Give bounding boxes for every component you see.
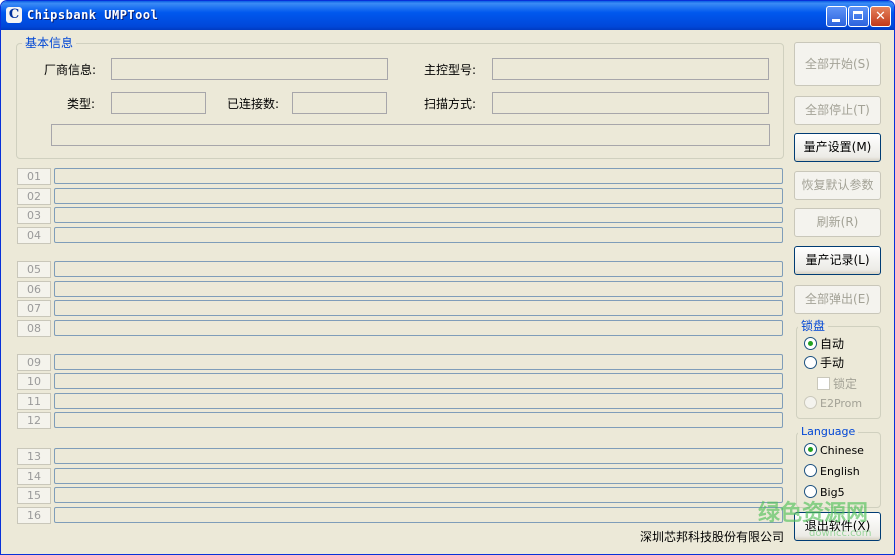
language-big5-radio[interactable]: Big5 [804, 485, 845, 501]
port-progress-bar[interactable] [54, 507, 783, 523]
port-number: 15 [17, 487, 51, 504]
port-progress-bar[interactable] [54, 468, 783, 484]
site-watermark: 绿色资源网 [758, 501, 869, 526]
radio-unchecked-icon [804, 485, 817, 498]
port-number: 11 [17, 393, 51, 410]
mp-log-button[interactable]: 量产记录(L) [794, 246, 881, 275]
controller-field[interactable] [492, 58, 769, 80]
e2prom-label: E2Prom [820, 397, 863, 410]
lock-manual-label: 手动 [820, 356, 845, 370]
port-progress-bar[interactable] [54, 320, 783, 336]
lock-disk-legend: 锁盘 [798, 318, 829, 334]
title-bar[interactable]: C Chipsbank UMPTool ✕ [1, 1, 894, 30]
port-progress-bar[interactable] [54, 188, 783, 204]
lock-checkbox[interactable]: 锁定 [817, 376, 857, 392]
basic-info-legend: 基本信息 [22, 35, 77, 51]
lock-manual-radio[interactable]: 手动 [804, 355, 844, 371]
radio-checked-icon [804, 337, 817, 350]
window-title: Chipsbank UMPTool [27, 8, 159, 22]
port-progress-bar[interactable] [54, 487, 783, 503]
maximize-icon [853, 11, 863, 20]
port-number: 08 [17, 320, 51, 337]
port-number: 16 [17, 507, 51, 524]
port-number: 13 [17, 448, 51, 465]
close-icon: ✕ [875, 9, 886, 24]
radio-unchecked-icon [804, 464, 817, 477]
restore-defaults-button[interactable]: 恢复默认参数 [794, 171, 881, 200]
close-button[interactable]: ✕ [870, 6, 891, 27]
stop-all-button[interactable]: 全部停止(T) [794, 96, 881, 125]
port-number: 05 [17, 261, 51, 278]
company-name: 深圳芯邦科技股份有限公司 [640, 530, 785, 544]
language-chinese-label: Chinese [820, 444, 864, 457]
eject-all-button[interactable]: 全部弹出(E) [794, 285, 881, 314]
language-legend: Language [798, 424, 859, 440]
type-field[interactable] [111, 92, 206, 114]
language-english-label: English [820, 465, 860, 478]
language-chinese-radio[interactable]: Chinese [804, 443, 864, 459]
port-progress-bar[interactable] [54, 281, 783, 297]
port-progress-bar[interactable] [54, 168, 783, 184]
checkbox-icon [817, 377, 830, 390]
minimize-button[interactable] [826, 6, 847, 27]
maximize-button[interactable] [848, 6, 869, 27]
site-watermark-url: downcc.com [809, 528, 872, 539]
port-progress-bar[interactable] [54, 354, 783, 370]
chipsbank-logo-icon: C [6, 7, 22, 23]
radio-unchecked-icon [804, 356, 817, 369]
refresh-button[interactable]: 刷新(R) [794, 208, 881, 237]
e2prom-radio[interactable]: E2Prom [804, 396, 862, 412]
language-english-radio[interactable]: English [804, 464, 860, 480]
scan-mode-field[interactable] [492, 92, 769, 114]
main-window: C Chipsbank UMPTool ✕ 基本信息 厂商信息: 主控型号: 类… [0, 0, 895, 555]
port-number: 02 [17, 188, 51, 205]
scan-mode-label: 扫描方式: [424, 97, 477, 111]
port-number: 04 [17, 227, 51, 244]
radio-disabled-icon [804, 396, 817, 409]
port-number: 03 [17, 207, 51, 224]
connected-label: 已连接数: [227, 97, 280, 111]
minimize-icon [832, 19, 840, 22]
lock-auto-label: 自动 [820, 337, 845, 351]
port-progress-bar[interactable] [54, 261, 783, 277]
start-all-button[interactable]: 全部开始(S) [794, 42, 881, 86]
port-progress-bar[interactable] [54, 373, 783, 389]
vendor-label: 厂商信息: [44, 63, 97, 77]
radio-checked-icon [804, 443, 817, 456]
port-number: 01 [17, 168, 51, 185]
port-progress-bar[interactable] [54, 393, 783, 409]
port-number: 06 [17, 281, 51, 298]
port-number: 12 [17, 412, 51, 429]
port-number: 14 [17, 468, 51, 485]
lock-checkbox-label: 锁定 [833, 377, 858, 391]
mp-settings-button[interactable]: 量产设置(M) [794, 133, 881, 162]
port-progress-bar[interactable] [54, 227, 783, 243]
connected-field[interactable] [292, 92, 387, 114]
type-label: 类型: [67, 97, 96, 111]
port-number: 10 [17, 373, 51, 390]
controller-label: 主控型号: [424, 63, 477, 77]
port-progress-bar[interactable] [54, 300, 783, 316]
port-number: 07 [17, 300, 51, 317]
port-progress-bar[interactable] [54, 207, 783, 223]
vendor-field[interactable] [111, 58, 388, 80]
port-progress-bar[interactable] [54, 412, 783, 428]
lock-auto-radio[interactable]: 自动 [804, 336, 844, 352]
port-progress-bar[interactable] [54, 448, 783, 464]
port-number: 09 [17, 354, 51, 371]
status-message-field [51, 124, 770, 146]
language-big5-label: Big5 [820, 486, 845, 499]
